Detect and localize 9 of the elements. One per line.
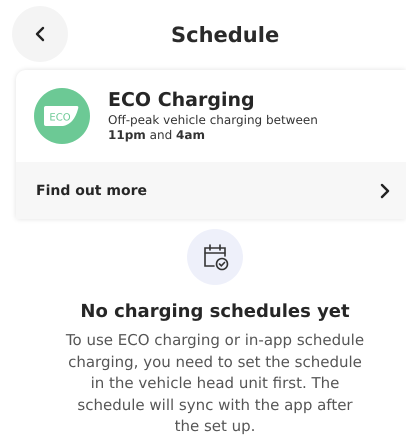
chevron-right-icon (380, 182, 390, 198)
page-title: Schedule (171, 23, 280, 47)
find-out-more-link[interactable]: Find out more (36, 182, 147, 198)
eco-leaf-icon: ECO (34, 88, 90, 144)
empty-state-message: To use ECO charging or in-app schedule charging, you need to set the schedule in the vehicle head unit first. The schedule will sync with the app after the set up. (65, 330, 365, 437)
card-title: ECO Charging (108, 89, 256, 111)
find-out-more-row[interactable]: Find out more (16, 162, 406, 219)
card-description: Off-peak vehicle charging between 11pm and 4am (108, 113, 319, 143)
empty-state-heading: No charging schedules yet (80, 301, 350, 322)
